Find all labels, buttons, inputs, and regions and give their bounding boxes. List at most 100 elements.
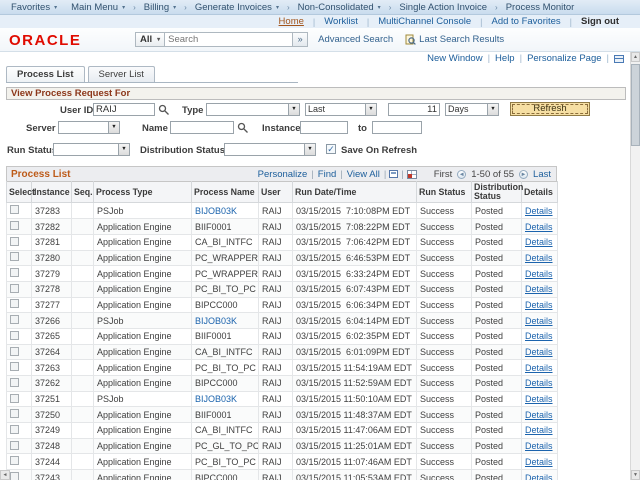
previous-page-icon[interactable]: ◄: [457, 170, 466, 179]
name-field[interactable]: [170, 121, 234, 134]
worklist-link[interactable]: Worklist: [315, 16, 367, 27]
breadcrumb-non-consolidated[interactable]: Non-Consolidated▾: [291, 2, 388, 13]
details-link[interactable]: Details: [525, 378, 553, 388]
brand-row: ORACLE All▾ » Advanced Search Last Searc…: [0, 28, 640, 52]
breadcrumb-main-menu[interactable]: Main Menu▾: [64, 2, 132, 13]
row-select-checkbox[interactable]: [10, 409, 19, 418]
scroll-down-icon[interactable]: ▼: [631, 470, 640, 480]
process-name-cell: BIJOB03K: [192, 313, 259, 329]
row-select-checkbox[interactable]: [10, 441, 19, 450]
personalize-layout-icon[interactable]: [614, 55, 624, 63]
details-link[interactable]: Details: [525, 269, 553, 279]
row-select-checkbox[interactable]: [10, 362, 19, 371]
details-link[interactable]: Details: [525, 331, 553, 341]
seq-cell: [72, 281, 94, 297]
pager-last-link[interactable]: Last: [532, 169, 552, 180]
save-on-refresh-checkbox[interactable]: ✓: [326, 144, 336, 154]
vertical-scrollbar-thumb[interactable]: [631, 64, 640, 146]
details-link[interactable]: Details: [525, 253, 553, 263]
details-link[interactable]: Details: [525, 316, 553, 326]
details-link[interactable]: Details: [525, 394, 553, 404]
details-link[interactable]: Details: [525, 284, 553, 294]
details-link[interactable]: Details: [525, 441, 553, 451]
row-select-checkbox[interactable]: [10, 331, 19, 340]
row-select-checkbox[interactable]: [10, 315, 19, 324]
details-link[interactable]: Details: [525, 425, 553, 435]
refresh-button[interactable]: Refresh: [510, 102, 590, 116]
table-row: 37262Application EngineBIPCC000RAIJ03/15…: [7, 376, 558, 392]
breadcrumb-favorites[interactable]: Favorites▾: [4, 2, 64, 13]
row-select-checkbox[interactable]: [10, 378, 19, 387]
server-select[interactable]: ▼: [58, 121, 120, 134]
type-select[interactable]: ▼: [206, 103, 300, 116]
row-select-checkbox[interactable]: [10, 237, 19, 246]
row-select-checkbox[interactable]: [10, 456, 19, 465]
breadcrumb-billing[interactable]: Billing▾: [137, 2, 183, 13]
days-count-field[interactable]: [388, 103, 440, 116]
details-link[interactable]: Details: [525, 300, 553, 310]
vertical-scrollbar[interactable]: ▲ ▼: [630, 52, 640, 480]
distribution-status-select[interactable]: ▼: [224, 143, 316, 156]
row-select-checkbox[interactable]: [10, 299, 19, 308]
process-type-cell: Application Engine: [94, 219, 192, 235]
home-link[interactable]: Home: [270, 16, 313, 27]
help-link[interactable]: Help: [490, 53, 520, 64]
row-select-checkbox[interactable]: [10, 268, 19, 277]
search-scope-dropdown[interactable]: All▾: [135, 32, 165, 47]
advanced-search-link[interactable]: Advanced Search: [318, 34, 393, 45]
details-link[interactable]: Details: [525, 410, 553, 420]
zoom-grid-icon[interactable]: [389, 170, 398, 178]
row-select-checkbox[interactable]: [10, 252, 19, 261]
breadcrumb-single-action-invoice[interactable]: Single Action Invoice: [392, 2, 494, 13]
personalize-page-link[interactable]: Personalize Page: [522, 53, 606, 64]
process-name-link[interactable]: BIJOB03K: [195, 394, 237, 404]
next-page-icon[interactable]: ►: [519, 170, 528, 179]
user-id-field[interactable]: [93, 103, 155, 116]
row-select-checkbox[interactable]: [10, 425, 19, 434]
process-type-cell: Application Engine: [94, 454, 192, 470]
run-status-cell: Success: [417, 454, 472, 470]
tab-server-list[interactable]: Server List: [88, 66, 155, 82]
details-link[interactable]: Details: [525, 237, 553, 247]
find-link[interactable]: Find: [315, 169, 339, 180]
details-link[interactable]: Details: [525, 347, 553, 357]
instance-from-field[interactable]: [300, 121, 348, 134]
details-link[interactable]: Details: [525, 206, 553, 216]
row-select-checkbox[interactable]: [10, 205, 19, 214]
details-link[interactable]: Details: [525, 457, 553, 467]
row-select-checkbox[interactable]: [10, 221, 19, 230]
breadcrumb-generate-invoices[interactable]: Generate Invoices▾: [188, 2, 286, 13]
details-link[interactable]: Details: [525, 222, 553, 232]
row-select-checkbox[interactable]: [10, 394, 19, 403]
scroll-left-icon[interactable]: ◄: [0, 470, 10, 480]
sign-out-link[interactable]: Sign out: [572, 16, 628, 27]
personalize-link[interactable]: Personalize: [255, 169, 311, 180]
details-link[interactable]: Details: [525, 473, 553, 480]
last-search-results-link[interactable]: Last Search Results: [405, 34, 504, 45]
search-go-button[interactable]: »: [293, 32, 308, 47]
last-select[interactable]: Last▼: [305, 103, 377, 116]
add-to-favorites-link[interactable]: Add to Favorites: [482, 16, 569, 27]
row-select-checkbox[interactable]: [10, 347, 19, 356]
details-link[interactable]: Details: [525, 363, 553, 373]
instance-to-field[interactable]: [372, 121, 422, 134]
multichannel-console-link[interactable]: MultiChannel Console: [369, 16, 480, 27]
tab-process-list[interactable]: Process List: [6, 66, 85, 82]
view-all-link[interactable]: View All: [344, 169, 383, 180]
days-unit-select[interactable]: Days▼: [445, 103, 499, 116]
seq-cell: [72, 328, 94, 344]
name-lookup-icon[interactable]: [237, 122, 249, 137]
run-status-cell: Success: [417, 376, 472, 392]
run-status-select[interactable]: ▼: [53, 143, 130, 156]
distribution-status-cell: Posted: [472, 250, 522, 266]
process-name-link[interactable]: BIJOB03K: [195, 316, 237, 326]
row-select-checkbox[interactable]: [10, 284, 19, 293]
row-select-checkbox[interactable]: [10, 472, 19, 480]
new-window-link[interactable]: New Window: [422, 53, 487, 64]
search-input[interactable]: [165, 32, 293, 47]
details-cell: Details: [522, 391, 558, 407]
download-to-excel-icon[interactable]: [407, 170, 417, 179]
user-id-lookup-icon[interactable]: [158, 104, 170, 119]
process-name-link[interactable]: BIJOB03K: [195, 206, 237, 216]
scroll-up-icon[interactable]: ▲: [631, 52, 640, 62]
